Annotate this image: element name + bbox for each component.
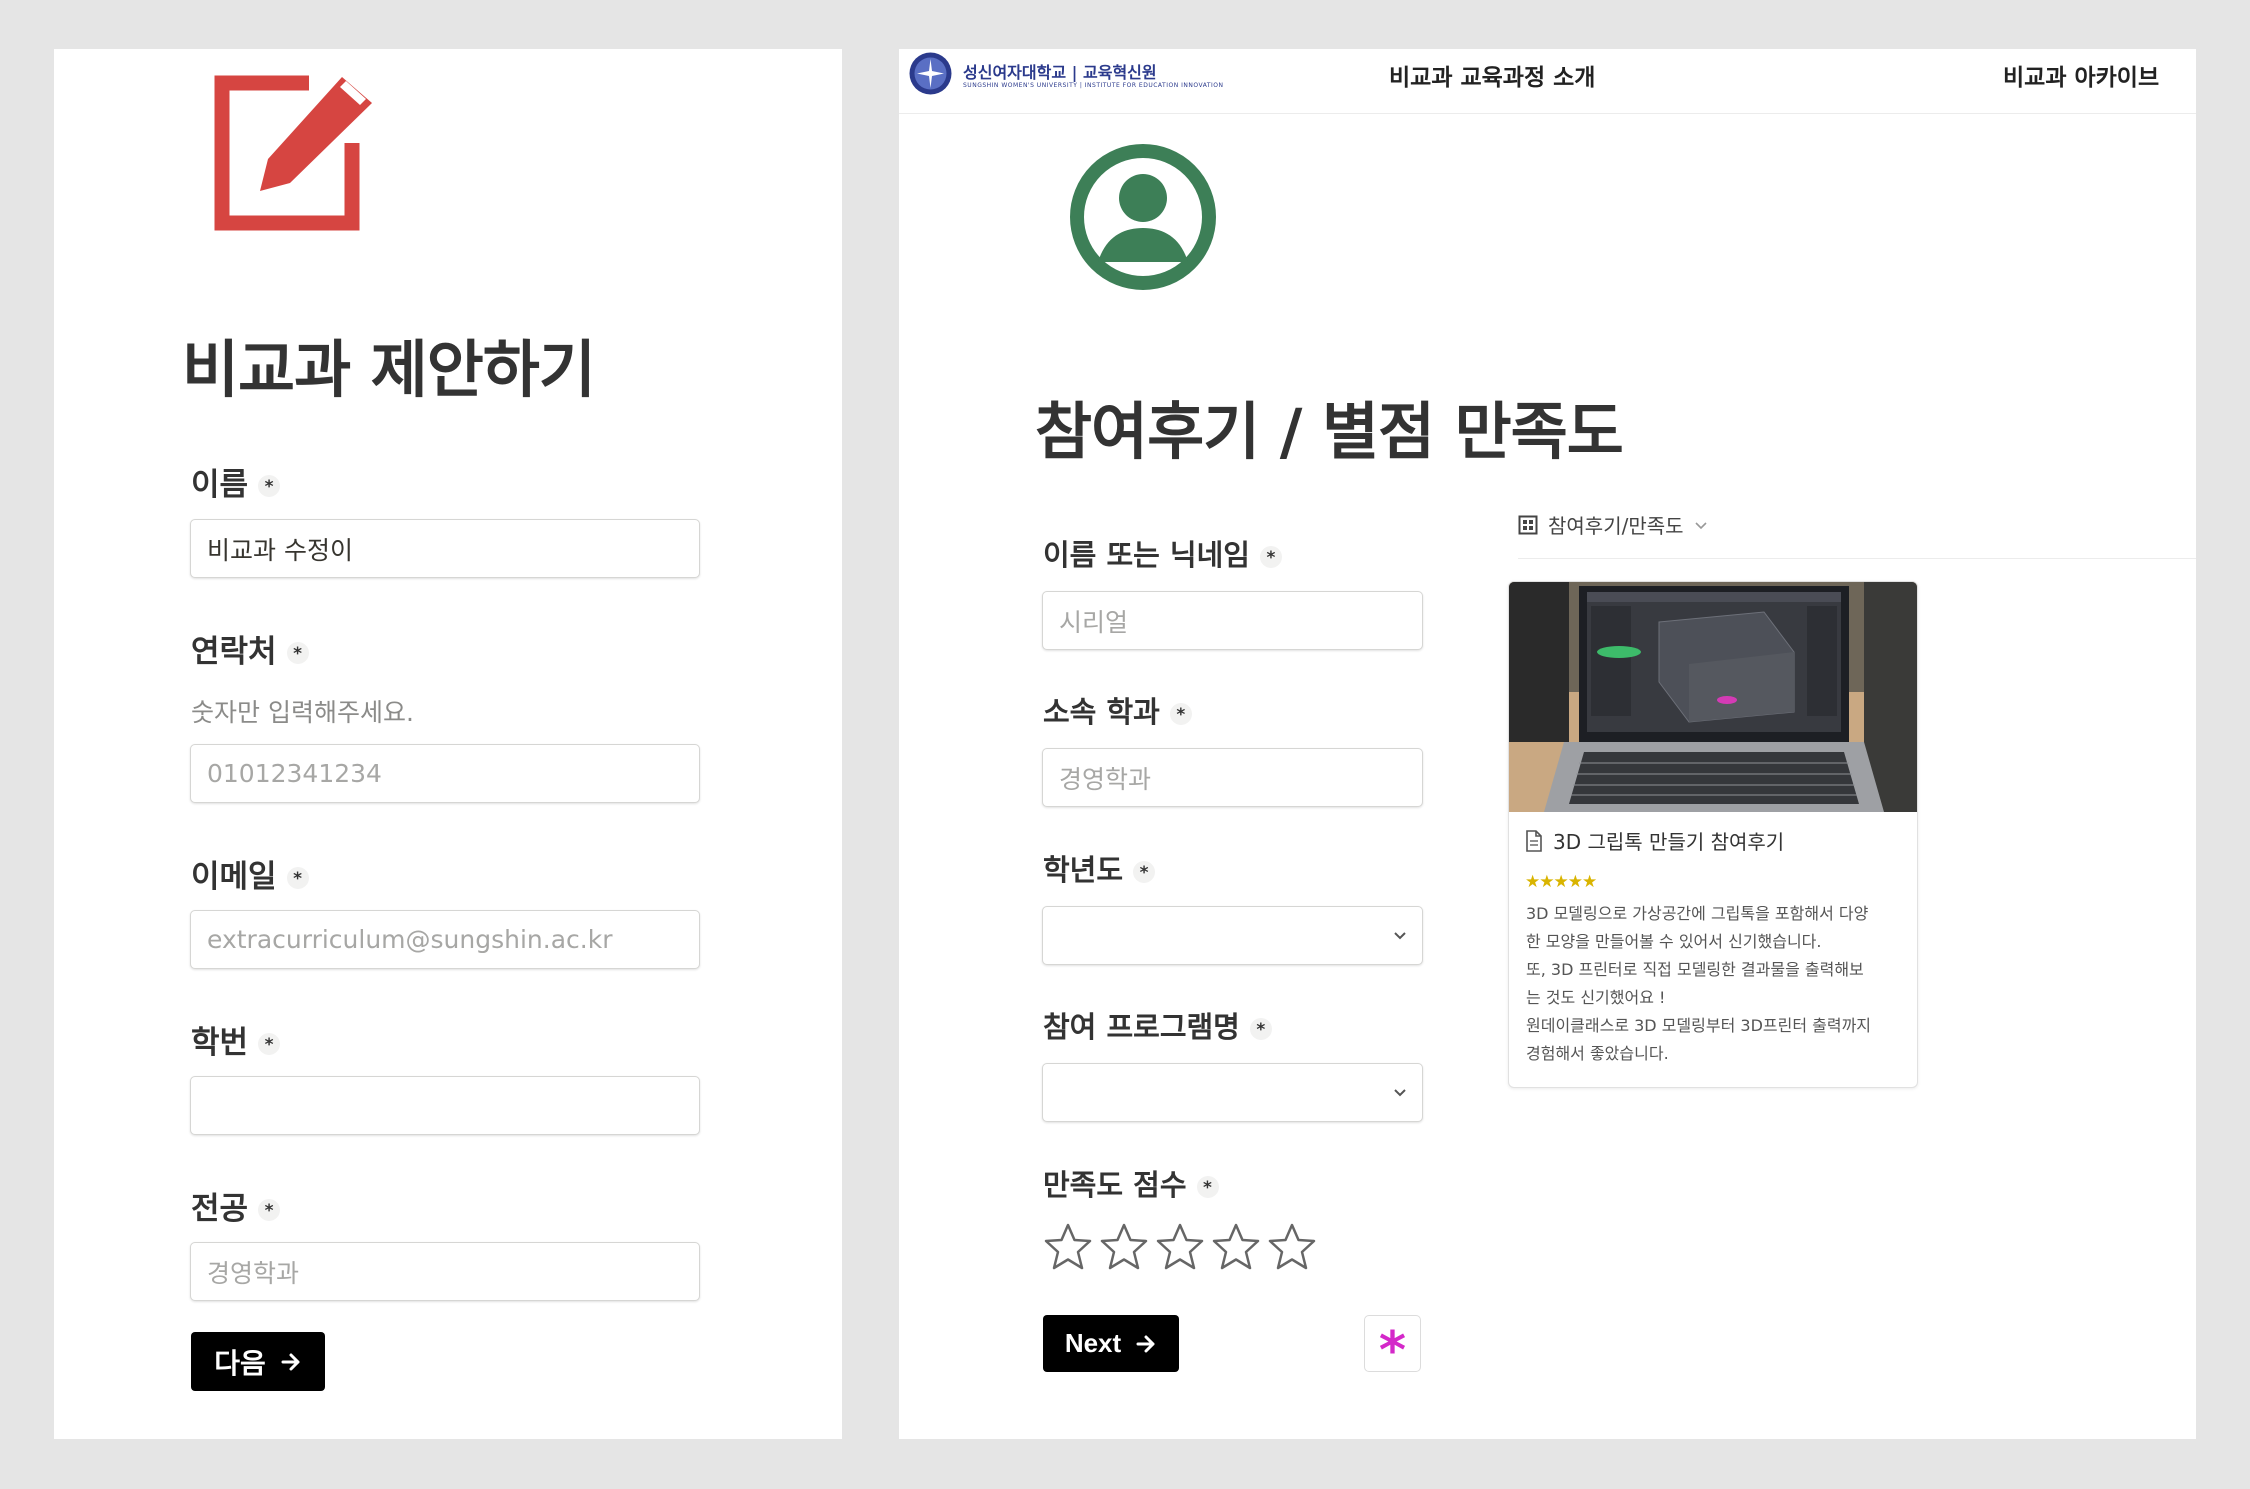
student-id-input[interactable] bbox=[190, 1076, 700, 1135]
contact-description: 숫자만 입력해주세요. bbox=[191, 698, 414, 727]
program-name-label: 참여 프로그램명 bbox=[1043, 1004, 1272, 1046]
contact-label: 연락처 bbox=[191, 626, 309, 671]
nickname-input[interactable]: 시리얼 bbox=[1042, 591, 1423, 650]
card-review-text: 3D 모델링으로 가상공간에 그립톡을 포함해서 다양 한 모양을 만들어볼 수… bbox=[1526, 904, 1872, 1063]
laptop-photo bbox=[1509, 582, 1917, 812]
required-mark bbox=[258, 474, 281, 498]
card-rating: ★★★★★ bbox=[1525, 872, 1597, 892]
logo-subtext: SUNGSHIN WOMEN'S UNIVERSITY | INSTITUTE … bbox=[963, 82, 1224, 89]
nav-program-intro[interactable]: 비교과 교육과정 소개 bbox=[1389, 58, 1595, 92]
required-mark bbox=[286, 866, 309, 890]
top-navigation: 성신여자대학교 | 교육혁신원 SUNGSHIN WOMEN'S UNIVERS… bbox=[899, 49, 2196, 114]
name-label: 이름 bbox=[191, 459, 281, 504]
chevron-down-icon bbox=[1394, 1089, 1406, 1097]
required-mark bbox=[258, 1198, 281, 1222]
department-input[interactable]: 경영학과 bbox=[1042, 748, 1423, 807]
required-mark bbox=[286, 641, 309, 665]
required-mark bbox=[1249, 1018, 1272, 1041]
star-icon[interactable] bbox=[1211, 1222, 1261, 1272]
review-form-panel: 성신여자대학교 | 교육혁신원 SUNGSHIN WOMEN'S UNIVERS… bbox=[899, 49, 2196, 1439]
star-icon[interactable] bbox=[1155, 1222, 1205, 1272]
required-mark bbox=[1133, 861, 1156, 884]
star-icon[interactable] bbox=[1267, 1222, 1317, 1272]
chevron-down-icon bbox=[1394, 932, 1406, 940]
proposal-form-panel: 비교과 제안하기 이름 비교과 수정이 연락처 숫자만 입력해주세요. 0101… bbox=[54, 49, 842, 1439]
contact-input[interactable]: 01012341234 bbox=[190, 744, 700, 803]
star-icon[interactable] bbox=[1099, 1222, 1149, 1272]
arrow-right-icon bbox=[1136, 1335, 1155, 1352]
year-label: 학년도 bbox=[1043, 847, 1156, 889]
email-input[interactable]: extracurriculum@sungshin.ac.kr bbox=[190, 910, 700, 969]
major-input[interactable]: 경영학과 bbox=[190, 1242, 700, 1301]
logo-text: 성신여자대학교 | 교육혁신원 bbox=[963, 63, 1157, 82]
asterisk-icon: * bbox=[1378, 1320, 1407, 1381]
major-label: 전공 bbox=[191, 1183, 281, 1228]
satisfaction-label: 만족도 점수 bbox=[1043, 1162, 1219, 1204]
rating-stars bbox=[1043, 1222, 1317, 1272]
card-title: 3D 그립톡 만들기 참여후기 bbox=[1525, 826, 1784, 855]
arrow-right-icon bbox=[281, 1353, 300, 1370]
gallery-icon bbox=[1518, 515, 1538, 534]
name-input[interactable]: 비교과 수정이 bbox=[190, 519, 700, 578]
page-title: 참여후기 / 별점 만족도 bbox=[1035, 395, 1624, 468]
student-id-label: 학번 bbox=[191, 1017, 281, 1062]
required-mark bbox=[1196, 1176, 1219, 1199]
next-button[interactable]: Next bbox=[1043, 1315, 1179, 1372]
gallery-view-switch[interactable]: 참여후기/만족도 bbox=[1518, 510, 1708, 539]
chevron-down-icon bbox=[1694, 521, 1707, 529]
gallery-header: 참여후기/만족도 bbox=[1518, 506, 2196, 559]
asterisk-badge: * bbox=[1364, 1315, 1421, 1377]
star-icon[interactable] bbox=[1043, 1222, 1093, 1272]
review-card[interactable]: 3D 그립톡 만들기 참여후기 ★★★★★ 3D 모델링으로 가상공간에 그립톡… bbox=[1508, 581, 1918, 1088]
next-button[interactable]: 다음 bbox=[191, 1332, 325, 1391]
email-label: 이메일 bbox=[191, 851, 309, 896]
edit-icon bbox=[214, 75, 372, 231]
required-mark bbox=[1259, 546, 1282, 569]
program-name-select[interactable] bbox=[1042, 1063, 1423, 1122]
department-label: 소속 학과 bbox=[1043, 689, 1192, 731]
page-title: 비교과 제안하기 bbox=[182, 333, 596, 406]
nickname-label: 이름 또는 닉네임 bbox=[1043, 532, 1282, 574]
required-mark bbox=[258, 1032, 281, 1056]
user-circle-icon bbox=[1070, 144, 1216, 290]
university-logo-icon bbox=[909, 52, 952, 95]
year-select[interactable] bbox=[1042, 906, 1423, 965]
nav-archive[interactable]: 비교과 아카이브 bbox=[2003, 58, 2159, 92]
required-mark bbox=[1169, 703, 1192, 726]
page-icon bbox=[1526, 829, 1542, 852]
